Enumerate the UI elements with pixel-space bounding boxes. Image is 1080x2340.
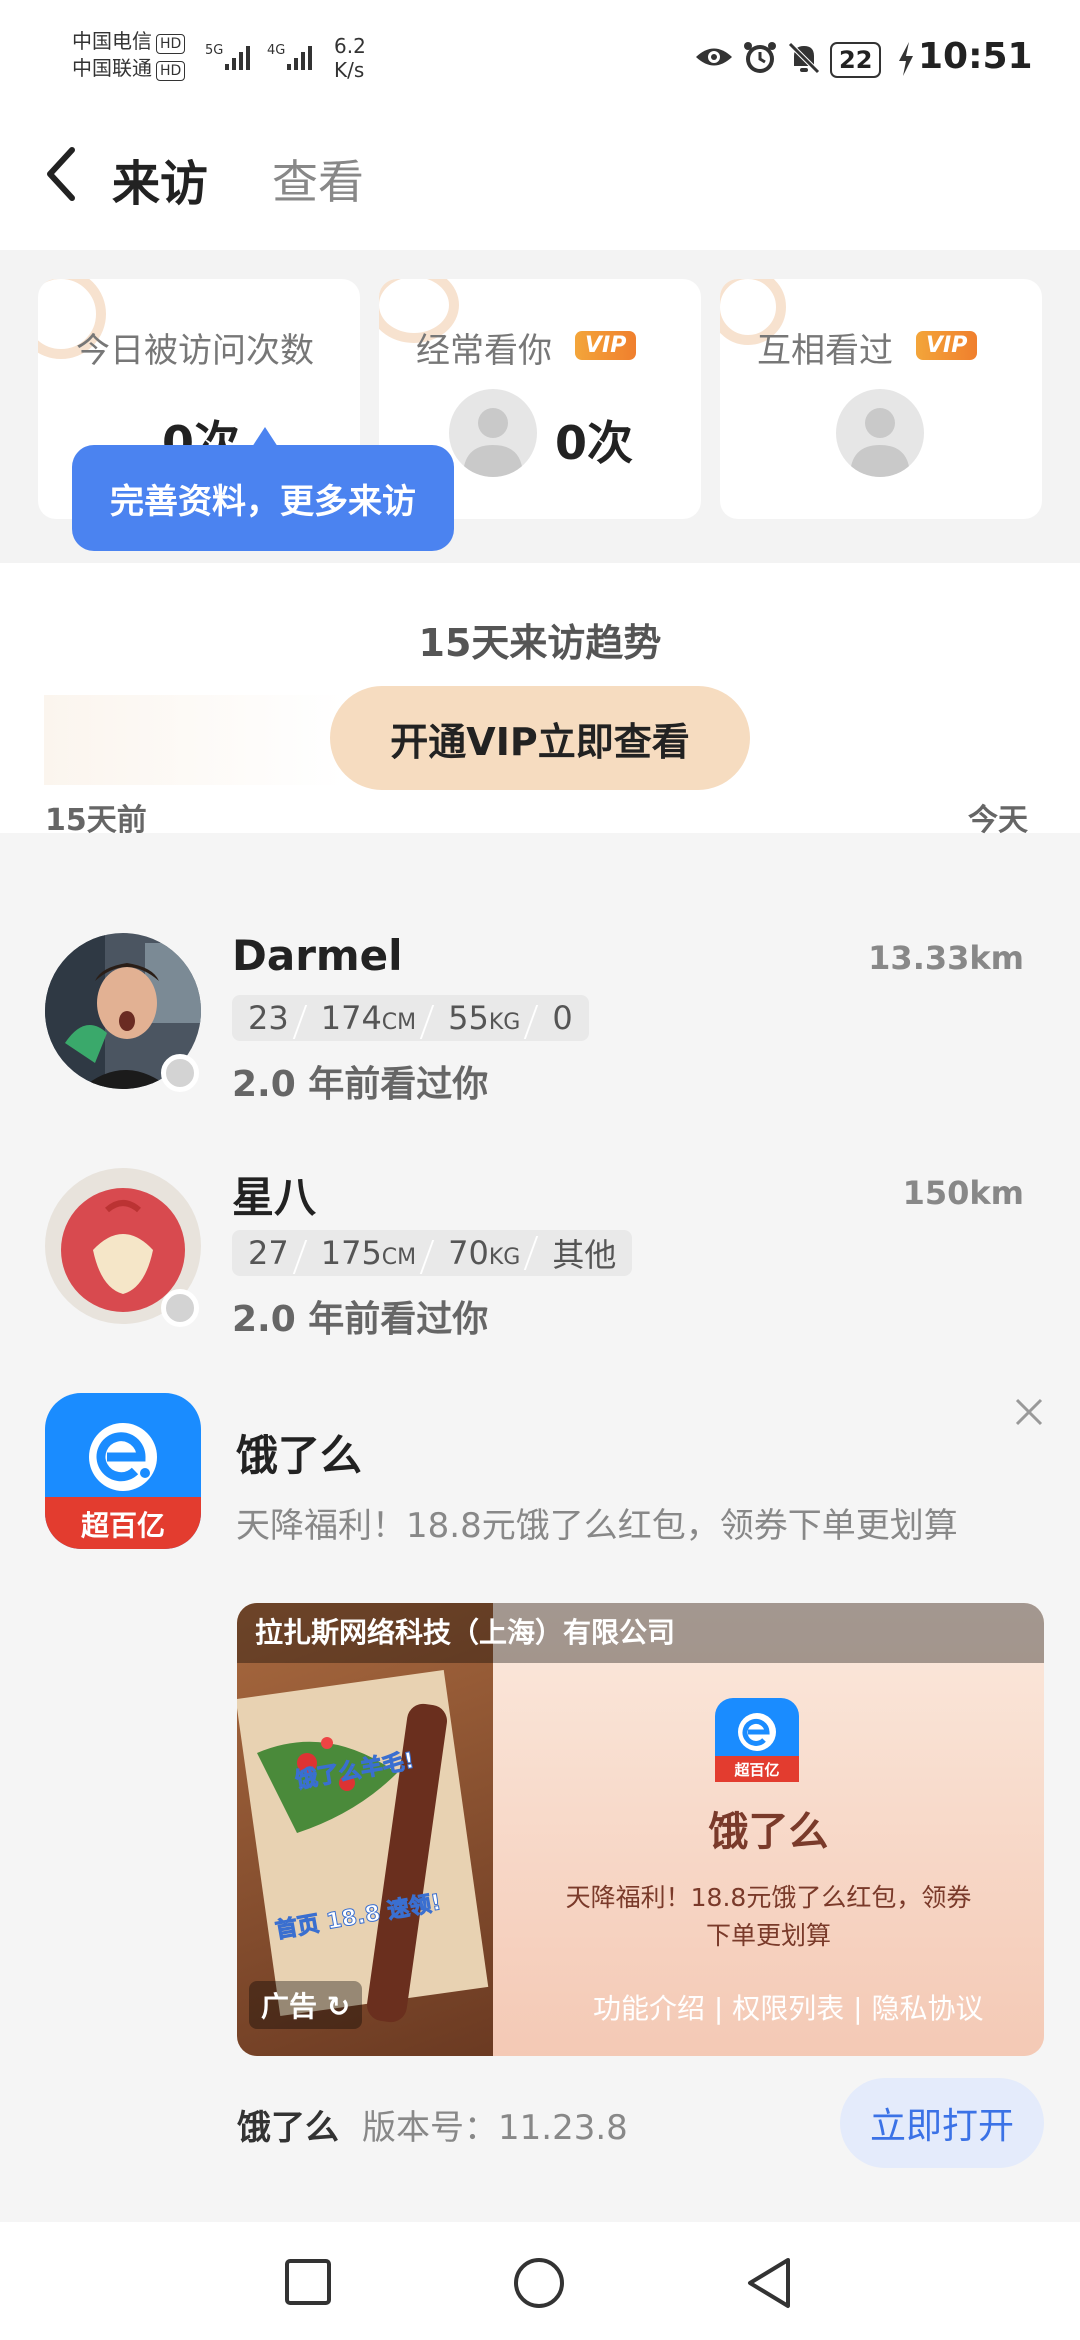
visitor-row[interactable]: 星八 150km 27 175CM 70KG 其他 2.0 年前看过你 [0,1140,1080,1340]
ad-media-desc: 天降福利！18.8元饿了么红包，领券 下单更划算 [565,1883,972,1950]
mutual-views-label: 互相看过 [757,331,893,371]
weight-tag: 70KG [432,1234,536,1272]
weight-tag: 55KG [432,999,536,1037]
trend-title: 15天来访趋势 [418,621,662,665]
visitor-distance: 150km [902,1174,1024,1212]
system-nav-bar [0,2222,1080,2340]
ad-link-privacy[interactable]: 隐私协议 [872,1992,984,2025]
eye-icon [696,48,732,66]
frequent-visitors-count: 0次 [555,416,634,470]
visitor-name: 星八 [232,1173,317,1222]
online-status-dot [161,1054,199,1092]
mutual-views-card[interactable]: 互相看过 VIP [720,279,1042,519]
recent-apps-icon[interactable] [284,2258,332,2306]
status-bar: 中国电信 HD 中国联通 HD 5G 4G 6.2 K/s 22 10:51 [0,0,1080,120]
height-tag: 175CM [305,1234,432,1272]
ad-links: 功能介绍 | 权限列表 | 隐私协议 [593,1992,984,2025]
height-tag: 174CM [305,999,432,1037]
last-seen-text: 2.0 年前看过你 [232,1299,489,1340]
age-tag: 27 [248,1234,289,1272]
hd-badge: HD [156,34,186,54]
svg-text:超百亿: 超百亿 [733,1761,779,1779]
age-tag: 23 [248,999,289,1037]
page-title: 来访 [112,156,209,212]
placeholder-avatar [449,389,537,477]
ad-app-logo[interactable]: 超百亿 [45,1393,201,1549]
battery-indicator: 22 [830,42,882,78]
visitor-tags: 23 174CM 55KG 0 [232,995,589,1041]
vip-badge: VIP [575,331,637,360]
hd-badge: HD [156,61,186,81]
role-tag: 其他 [536,1230,632,1276]
ad-link-features[interactable]: 功能介绍 [593,1992,705,2025]
network-speed: 6.2 K/s [334,34,366,82]
ad-description: 天降福利！18.8元饿了么红包，领券下单更划算 [236,1506,958,1546]
today-visits-label: 今日被访问次数 [76,331,314,371]
online-status-dot [161,1289,199,1327]
visitor-row[interactable]: Darmel 13.33km 23 174CM 55KG 0 2.0 年前看过你 [0,905,1080,1105]
home-icon[interactable] [512,2256,566,2310]
close-icon[interactable] [1012,1390,1046,1439]
ad-app-name: 饿了么 [237,2108,339,2148]
ad-link-permissions[interactable]: 权限列表 [732,1992,844,2025]
ad-media-title: 饿了么 [708,1809,829,1855]
ad-company: 拉扎斯网络科技（上海）有限公司 [255,1616,676,1649]
carrier-2: 中国联通 [72,56,152,80]
visitor-distance: 13.33km [868,939,1024,977]
ad-label: 广告 ↻ [249,1981,363,2029]
open-vip-button[interactable]: 开通VIP立即查看 [330,686,750,790]
svg-text:超百亿: 超百亿 [81,1509,165,1542]
refresh-icon: ↻ [326,1990,351,2023]
open-app-button[interactable]: 立即打开 [840,2078,1044,2168]
view-tab[interactable]: 查看 [272,146,364,212]
ad-app-icon-small: 超百亿 [715,1698,799,1786]
carrier-1: 中国电信 [72,29,152,53]
svg-text:4G: 4G [267,43,285,58]
frequent-visitors-label: 经常看你 [416,331,552,371]
ad-app-version: 版本号：11.23.8 [362,2108,628,2148]
trend-start-label: 15天前 [45,803,147,838]
placeholder-avatar [836,389,924,477]
vip-badge: VIP [916,331,978,360]
complete-profile-tooltip[interactable]: 完善资料，更多来访 [72,445,454,551]
trend-chart-placeholder [44,695,344,785]
visitor-tags: 27 175CM 70KG 其他 [232,1230,633,1276]
clock: 10:51 [918,36,1033,77]
visitor-name: Darmel [232,931,403,980]
ad-media[interactable]: 饿了么羊毛! 首页 18.8 速领! 拉扎斯网络科技（上海）有限公司 超百亿 饿… [237,1603,1044,2056]
tooltip-arrow [252,427,278,447]
last-seen-text: 2.0 年前看过你 [232,1064,489,1105]
ad-title: 饿了么 [236,1431,363,1480]
svg-text:5G: 5G [205,43,223,58]
back-arrow-icon[interactable] [40,144,80,204]
charging-icon [899,42,913,76]
mute-icon [788,42,820,74]
carrier-info: 中国电信 HD 中国联通 HD [72,28,186,82]
alarm-icon [744,42,776,73]
page-header: 来访 查看 [0,120,1080,250]
trend-end-label: 今天 [968,803,1028,838]
role-tag: 0 [536,999,588,1037]
back-icon[interactable] [744,2256,794,2310]
